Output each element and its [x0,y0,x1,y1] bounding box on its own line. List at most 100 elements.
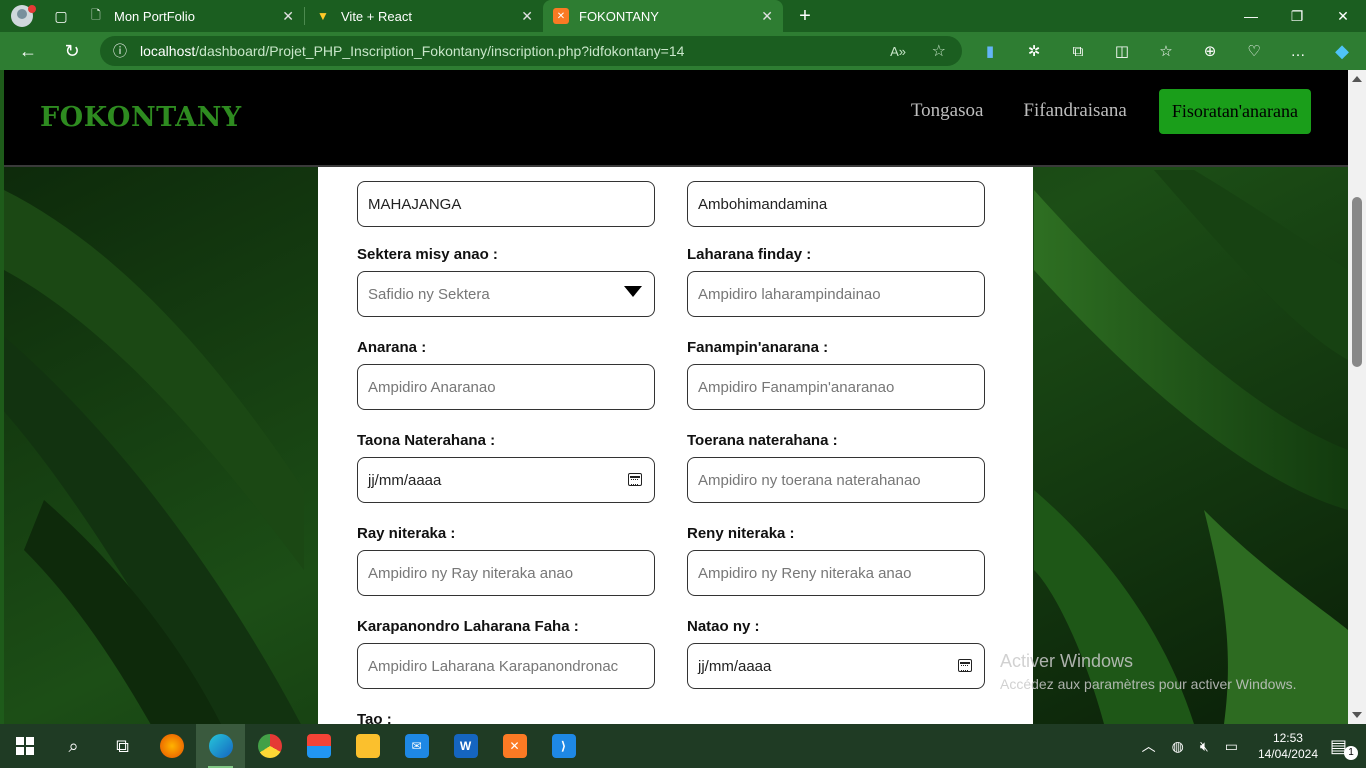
start-button[interactable] [0,724,49,768]
birthdate-value: jj/mm/aaaa [368,471,442,489]
word-icon[interactable]: W [441,724,490,768]
registration-form: MAHAJANGA Ambohimandamina Sektera misy a… [318,167,1033,724]
phone-field: Laharana finday : Ampidiro laharampindai… [687,245,985,317]
network-icon[interactable]: ◍ [1172,738,1184,755]
site-brand-logo[interactable]: FOKONTANY [40,102,242,133]
office-extension-icon[interactable]: ▮ [968,32,1012,70]
extension-gear-icon[interactable]: ✲ [1012,32,1056,70]
lastname-input[interactable]: Ampidiro Anaranao [357,364,655,410]
vscode-icon[interactable]: ⟩ [539,724,588,768]
back-icon[interactable]: ← [6,32,50,70]
birthplace-input[interactable]: Ampidiro ny toerana naterahanao [687,457,985,503]
xampp-icon: ✕ [553,8,569,24]
issued-place-label: Tao : [357,711,392,724]
copilot-icon[interactable]: ◆ [1320,32,1364,70]
close-window-icon[interactable]: ✕ [1320,0,1366,32]
clock-date: 14/04/2024 [1257,747,1318,761]
restore-icon[interactable]: ❐ [1274,0,1320,32]
clock[interactable]: 12:53 14/04/2024 [1258,730,1318,762]
scroll-up-icon[interactable] [1352,76,1362,82]
mother-input[interactable]: Ampidiro ny Reny niteraka anao [687,550,985,596]
minimize-icon[interactable]: — [1228,0,1274,32]
calendar-icon[interactable] [628,473,642,486]
extensions-puzzle-icon[interactable]: ⧉ [1056,32,1100,70]
edge-icon[interactable] [196,724,245,768]
browser-tab-strip: ▢ 🗋 Mon PortFolio ✕ ▼ Vite + React ✕ ✕ F… [0,0,1366,32]
favorite-star-icon[interactable]: ☆ [932,41,946,61]
birthdate-label: Taona Naterahana : [357,432,496,449]
father-label: Ray niteraka : [357,525,456,542]
nav-link-home[interactable]: Tongasoa [911,100,984,122]
browser-essentials-icon[interactable]: ♡ [1232,32,1276,70]
sector-field: Sektera misy anao : Safidio ny Sektera [357,245,655,317]
issued-date-input[interactable]: jj/mm/aaaa [687,643,985,689]
tab-title: Vite + React [341,8,412,24]
idcard-field: Karapanondro Laharana Faha : Ampidiro La… [357,617,655,689]
new-tab-button[interactable]: + [789,0,821,32]
split-screen-icon[interactable]: ◫ [1100,32,1144,70]
search-icon[interactable]: ⌕ [49,724,98,768]
fokontany-field: Ambohimandamina [687,181,985,227]
mother-field: Reny niteraka : Ampidiro ny Reny niterak… [687,524,985,596]
issued-date-label: Natao ny : [687,618,760,635]
firstname-field: Fanampin'anarana : Ampidiro Fanampin'ana… [687,338,985,410]
father-field: Ray niteraka : Ampidiro ny Ray niteraka … [357,524,655,596]
phone-label: Laharana finday : [687,246,812,263]
refresh-icon[interactable]: ↻ [50,32,94,70]
tab-mon-portfolio[interactable]: 🗋 Mon PortFolio ✕ [78,0,304,32]
system-tray: ︿ ◍ 🔇︎ ▭ 12:53 14/04/2024 ▤ 1 [1134,724,1366,768]
close-icon[interactable]: ✕ [521,8,533,25]
notification-count-badge: 1 [1344,746,1358,760]
battery-icon[interactable]: ▭ [1225,738,1238,755]
birthplace-field: Toerana naterahana : Ampidiro ny toerana… [687,431,985,503]
read-aloud-icon[interactable]: A» [890,44,906,59]
clock-time: 12:53 [1272,731,1303,745]
nav-link-contact[interactable]: Fifandraisana [1023,100,1126,122]
page-scrollbar[interactable] [1348,70,1366,724]
scroll-down-icon[interactable] [1352,712,1362,718]
mail-icon[interactable]: ✉ [392,724,441,768]
sector-select-value: Safidio ny Sektera [368,285,490,303]
volume-muted-icon[interactable]: 🔇︎ [1200,738,1209,755]
tab-vite-react[interactable]: ▼ Vite + React ✕ [305,0,543,32]
idcard-placeholder: Ampidiro Laharana Karapanondronac [368,657,619,675]
profile-button[interactable] [0,0,44,32]
windows-activation-watermark: Activer Windows Accédez aux paramètres p… [1000,651,1296,692]
phone-input[interactable]: Ampidiro laharampindainao [687,271,985,317]
birthdate-input[interactable]: jj/mm/aaaa [357,457,655,503]
nav-register-button[interactable]: Fisoratan'anarana [1158,88,1311,134]
tab-actions-icon[interactable]: ▢ [44,0,78,32]
window-controls: — ❐ ✕ [1228,0,1366,32]
idcard-input[interactable]: Ampidiro Laharana Karapanondronac [357,643,655,689]
store-icon[interactable] [294,724,343,768]
favorites-icon[interactable]: ☆ [1144,32,1188,70]
father-input[interactable]: Ampidiro ny Ray niteraka anao [357,550,655,596]
calendar-icon[interactable] [958,659,972,672]
scrollbar-thumb[interactable] [1352,197,1362,367]
watermark-title: Activer Windows [1000,651,1134,671]
file-explorer-icon[interactable] [343,724,392,768]
close-icon[interactable]: ✕ [282,8,294,25]
xampp-taskbar-icon[interactable]: ✕ [490,724,539,768]
windows-logo-icon [15,737,34,755]
site-info-icon[interactable]: ⓘ [100,41,140,61]
browser-extension-toolbar: ▮ ✲ ⧉ ◫ ☆ ⊕ ♡ … ◆ [968,32,1364,70]
tab-fokontany[interactable]: ✕ FOKONTANY ✕ [543,0,783,32]
chrome-icon[interactable] [245,724,294,768]
firefox-icon[interactable] [147,724,196,768]
firstname-input[interactable]: Ampidiro Fanampin'anaranao [687,364,985,410]
dropdown-caret-icon [624,286,642,297]
region-input[interactable]: MAHAJANGA [357,181,655,227]
tray-chevron-icon[interactable]: ︿ [1142,736,1156,756]
more-menu-icon[interactable]: … [1276,32,1320,70]
address-bar[interactable]: ⓘ localhost/dashboard/Projet_PHP_Inscrip… [100,36,962,66]
fokontany-input[interactable]: Ambohimandamina [687,181,985,227]
sector-select[interactable]: Safidio ny Sektera [357,271,655,317]
birthplace-label: Toerana naterahana : [687,432,838,449]
lastname-label: Anarana : [357,339,427,356]
notification-center-icon[interactable]: ▤ 1 [1330,736,1358,760]
close-icon[interactable]: ✕ [761,8,773,25]
task-view-icon[interactable]: ⧉ [98,724,147,768]
collections-icon[interactable]: ⊕ [1188,32,1232,70]
issued-date-value: jj/mm/aaaa [698,657,772,675]
